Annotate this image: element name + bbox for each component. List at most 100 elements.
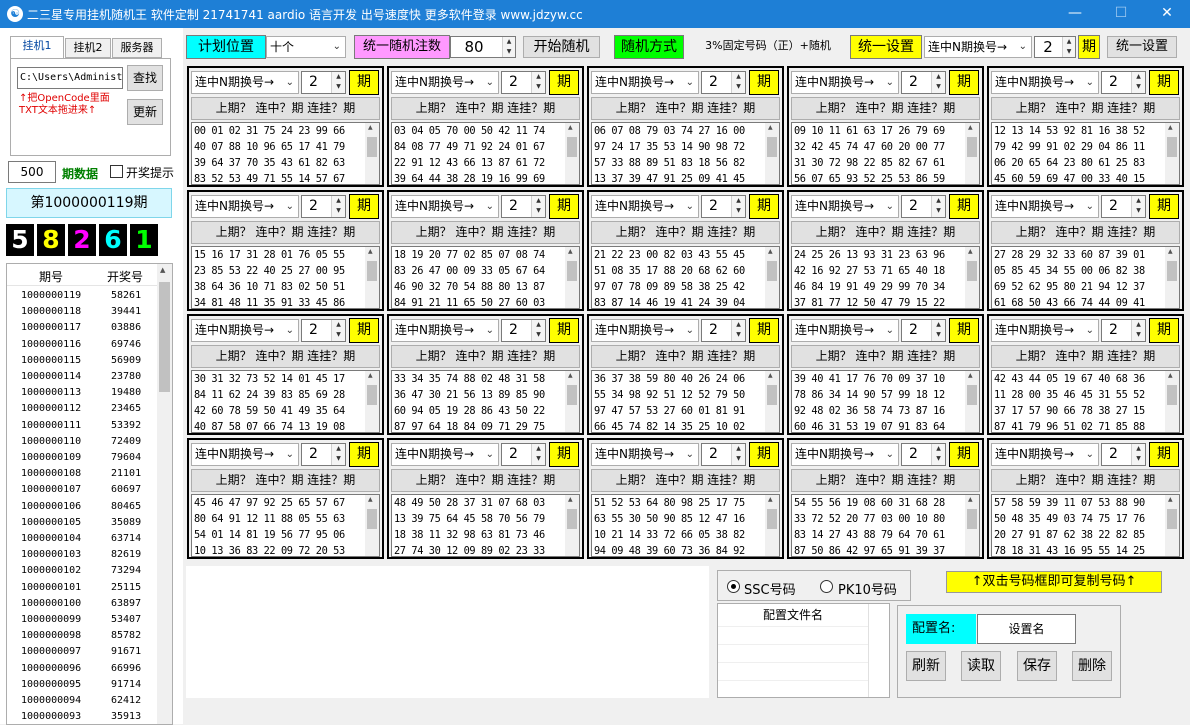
mode-spinner[interactable]: 2 ▲ ▼: [1034, 36, 1076, 58]
history-row[interactable]: 1000000095 91714: [7, 677, 159, 693]
spin-arrows-icon[interactable]: ▲ ▼: [731, 72, 745, 93]
panel-scrollbar[interactable]: ▲: [965, 495, 979, 556]
scroll-up-icon[interactable]: ▲: [968, 496, 973, 503]
period-count-input[interactable]: 500: [8, 161, 56, 183]
panel-scrollbar[interactable]: ▲: [765, 495, 779, 556]
panel-numbers-box[interactable]: 27 28 29 32 33 60 87 39 01 05 85 45 34 55…: [991, 246, 1180, 309]
panel-status-button[interactable]: 上期？ 连中？期 连挂？期: [191, 97, 380, 120]
history-row[interactable]: 1000000101 25115: [7, 580, 159, 596]
panel-period-spinner[interactable]: 2 ▲ ▼: [301, 195, 346, 218]
history-row[interactable]: 1000000096 66996: [7, 661, 159, 677]
spin-arrows-icon[interactable]: ▲ ▼: [1131, 72, 1145, 93]
path-input[interactable]: C:\Users\Administ: [17, 67, 123, 89]
scroll-up-icon[interactable]: ▲: [968, 372, 973, 379]
panel-status-button[interactable]: 上期？ 连中？期 连挂？期: [391, 97, 580, 120]
read-button[interactable]: 读取: [961, 651, 1001, 681]
panel-status-button[interactable]: 上期？ 连中？期 连挂？期: [991, 221, 1180, 244]
update-button[interactable]: 更新: [127, 99, 163, 125]
scroll-thumb[interactable]: [767, 509, 777, 529]
panel-numbers-box[interactable]: 12 13 14 53 92 81 16 38 52 79 42 99 91 02…: [991, 122, 1180, 185]
scroll-thumb[interactable]: [567, 137, 577, 157]
unify-count-spinner[interactable]: 80 ▲ ▼: [450, 36, 516, 58]
history-row[interactable]: 1000000110 72409: [7, 434, 159, 450]
panel-scrollbar[interactable]: ▲: [765, 371, 779, 432]
save-button[interactable]: 保存: [1017, 651, 1057, 681]
history-row[interactable]: 1000000117 03886: [7, 320, 159, 336]
scroll-up-icon[interactable]: ▲: [768, 372, 773, 379]
history-row[interactable]: 1000000094 62412: [7, 693, 159, 709]
scroll-thumb[interactable]: [1167, 385, 1177, 405]
panel-period-spinner[interactable]: 2 ▲ ▼: [501, 319, 546, 342]
history-row[interactable]: 1000000097 91671: [7, 644, 159, 660]
scroll-thumb[interactable]: [1167, 261, 1177, 281]
panel-mode-select[interactable]: 连中N期换号→ ⌄: [791, 195, 899, 218]
spin-arrows-icon[interactable]: ▲ ▼: [331, 320, 345, 341]
spin-arrows-icon[interactable]: ▲ ▼: [331, 72, 345, 93]
unify-set-button[interactable]: 统一设置: [1107, 36, 1177, 58]
panel-scrollbar[interactable]: ▲: [1165, 495, 1179, 556]
plan-position-select[interactable]: 十个 ⌄: [266, 36, 346, 58]
history-row[interactable]: 1000000118 39441: [7, 304, 159, 320]
spin-arrows-icon[interactable]: ▲ ▼: [331, 196, 345, 217]
scroll-thumb[interactable]: [567, 261, 577, 281]
panel-mode-select[interactable]: 连中N期换号→ ⌄: [991, 443, 1099, 466]
history-row[interactable]: 1000000109 79604: [7, 450, 159, 466]
spin-arrows-icon[interactable]: ▲ ▼: [931, 320, 945, 341]
panel-scrollbar[interactable]: ▲: [565, 371, 579, 432]
close-button[interactable]: ✕: [1144, 0, 1190, 28]
scroll-up-icon[interactable]: ▲: [368, 496, 373, 503]
panel-period-spinner[interactable]: 2 ▲ ▼: [701, 195, 746, 218]
panel-period-spinner[interactable]: 2 ▲ ▼: [1101, 195, 1146, 218]
scroll-thumb[interactable]: [367, 385, 377, 405]
panel-mode-select[interactable]: 连中N期换号→ ⌄: [391, 71, 499, 94]
panel-numbers-box[interactable]: 45 46 47 97 92 25 65 57 67 80 64 91 12 11…: [191, 494, 380, 557]
panel-numbers-box[interactable]: 00 01 02 31 75 24 23 99 66 40 07 88 10 96…: [191, 122, 380, 185]
spin-arrows-icon[interactable]: ▲ ▼: [502, 37, 515, 57]
panel-status-button[interactable]: 上期？ 连中？期 连挂？期: [791, 345, 980, 368]
panel-status-button[interactable]: 上期？ 连中？期 连挂？期: [991, 97, 1180, 120]
history-row[interactable]: 1000000115 56909: [7, 353, 159, 369]
scroll-thumb[interactable]: [767, 137, 777, 157]
spin-arrows-icon[interactable]: ▲ ▼: [1062, 37, 1075, 57]
history-row[interactable]: 1000000111 53392: [7, 418, 159, 434]
scroll-thumb[interactable]: [567, 509, 577, 529]
scroll-up-icon[interactable]: ▲: [1168, 248, 1173, 255]
spin-arrows-icon[interactable]: ▲ ▼: [531, 444, 545, 465]
panel-scrollbar[interactable]: ▲: [565, 247, 579, 308]
panel-mode-select[interactable]: 连中N期换号→ ⌄: [191, 319, 299, 342]
panel-period-spinner[interactable]: 2 ▲ ▼: [301, 319, 346, 342]
panel-status-button[interactable]: 上期？ 连中？期 连挂？期: [591, 469, 780, 492]
history-row[interactable]: 1000000114 23780: [7, 369, 159, 385]
panel-numbers-box[interactable]: 36 37 38 59 80 40 26 24 06 55 34 98 92 51…: [591, 370, 780, 433]
history-row[interactable]: 1000000112 23465: [7, 401, 159, 417]
panel-mode-select[interactable]: 连中N期换号→ ⌄: [591, 443, 699, 466]
scroll-thumb[interactable]: [1167, 137, 1177, 157]
scroll-up-icon[interactable]: ▲: [968, 248, 973, 255]
panel-numbers-box[interactable]: 33 34 35 74 88 02 48 31 58 36 47 30 21 56…: [391, 370, 580, 433]
lottery-tip-checkbox[interactable]: [110, 165, 123, 178]
panel-status-button[interactable]: 上期？ 连中？期 连挂？期: [791, 97, 980, 120]
spin-arrows-icon[interactable]: ▲ ▼: [1131, 196, 1145, 217]
panel-numbers-box[interactable]: 42 43 44 05 19 67 40 68 36 11 28 00 35 46…: [991, 370, 1180, 433]
panel-mode-select[interactable]: 连中N期换号→ ⌄: [591, 319, 699, 342]
panel-mode-select[interactable]: 连中N期换号→ ⌄: [791, 319, 899, 342]
scroll-thumb[interactable]: [967, 137, 977, 157]
history-row[interactable]: 1000000099 53407: [7, 612, 159, 628]
history-row[interactable]: 1000000113 19480: [7, 385, 159, 401]
scroll-up-icon[interactable]: ▲: [968, 124, 973, 131]
panel-mode-select[interactable]: 连中N期换号→ ⌄: [591, 195, 699, 218]
history-row[interactable]: 1000000102 73294: [7, 563, 159, 579]
spin-arrows-icon[interactable]: ▲ ▼: [931, 72, 945, 93]
panel-period-spinner[interactable]: 2 ▲ ▼: [701, 443, 746, 466]
scroll-thumb[interactable]: [767, 385, 777, 405]
spin-arrows-icon[interactable]: ▲ ▼: [731, 320, 745, 341]
panel-numbers-box[interactable]: 24 25 26 13 93 31 23 63 96 42 16 92 27 53…: [791, 246, 980, 309]
panel-status-button[interactable]: 上期？ 连中？期 连挂？期: [591, 345, 780, 368]
scroll-up-icon[interactable]: ▲: [568, 496, 573, 503]
scroll-up-icon[interactable]: ▲: [768, 124, 773, 131]
scroll-thumb[interactable]: [367, 261, 377, 281]
spin-arrows-icon[interactable]: ▲ ▼: [331, 444, 345, 465]
panel-period-spinner[interactable]: 2 ▲ ▼: [501, 443, 546, 466]
scroll-up-icon[interactable]: ▲: [368, 372, 373, 379]
panel-period-spinner[interactable]: 2 ▲ ▼: [1101, 319, 1146, 342]
